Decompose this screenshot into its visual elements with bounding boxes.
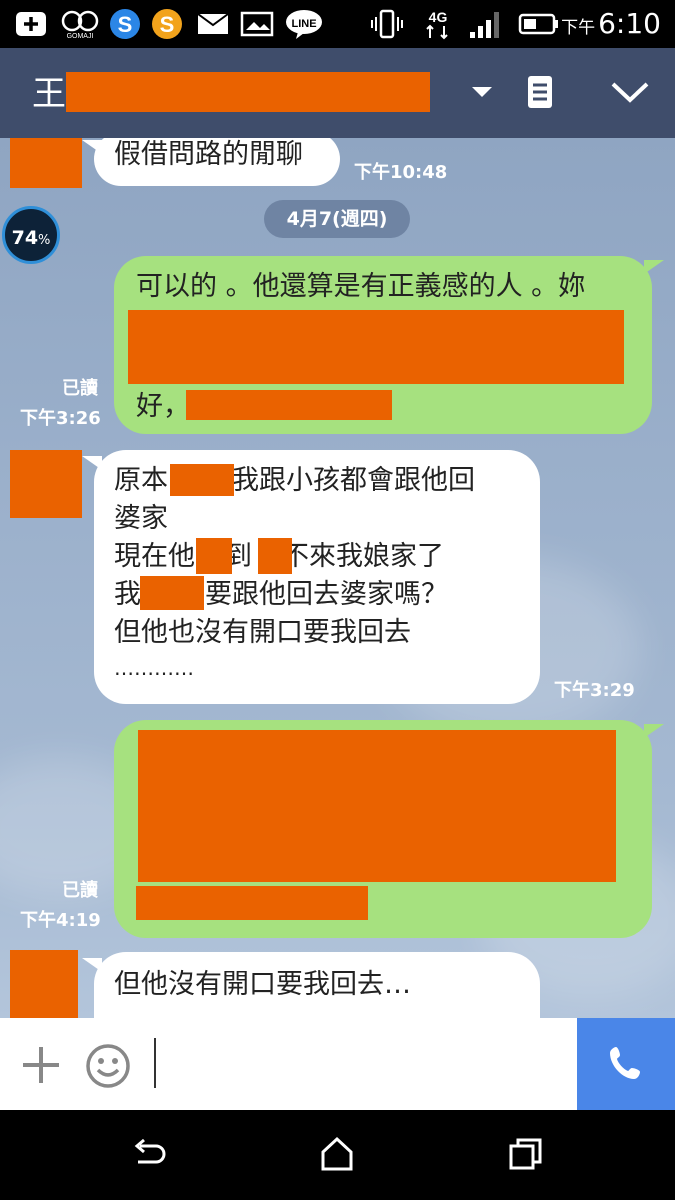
- dropdown-arrow-icon[interactable]: [470, 84, 494, 104]
- message-time: 下午3:26: [20, 408, 101, 429]
- svg-text:S: S: [118, 12, 133, 37]
- s-app-blue-icon: S: [108, 8, 142, 40]
- input-bar: [0, 1018, 675, 1110]
- redaction-block: [136, 886, 368, 920]
- message-input[interactable]: [150, 1038, 570, 1090]
- message-time: 下午4:19: [20, 910, 101, 931]
- message-text: 我: [114, 579, 141, 610]
- message-text: 原本: [114, 465, 168, 496]
- redaction-block: [258, 538, 292, 574]
- s-app-orange-icon: S: [150, 8, 184, 40]
- emoji-icon[interactable]: [84, 1042, 132, 1094]
- message-time: 下午10:48: [354, 162, 448, 183]
- signal-icon: [466, 8, 506, 40]
- redaction-block: [186, 390, 392, 420]
- notes-icon[interactable]: [526, 74, 554, 114]
- chat-title[interactable]: 王: [32, 74, 66, 114]
- redaction-block: [196, 538, 232, 574]
- message-bubble[interactable]: 但他沒有開口要我回去…: [94, 952, 540, 1018]
- message-bubble[interactable]: 原本 我跟小孩都會跟他回 婆家 現在他到不來我娘家了 我要跟他回去婆家嗎？ 但他也…: [94, 450, 540, 704]
- message-bubble[interactable]: [114, 720, 652, 938]
- chevron-down-icon[interactable]: [610, 78, 650, 110]
- svg-text:S: S: [160, 12, 175, 37]
- read-receipt: 已讀: [62, 880, 98, 901]
- message-text: 不來我娘家了: [282, 541, 444, 572]
- avatar[interactable]: [10, 950, 78, 1018]
- message-text: 假借問路的閒聊: [114, 139, 303, 170]
- chat-area[interactable]: 假借問路的閒聊 下午10:48 4月7(週四) 74% 可以的 。他還算是有正義…: [0, 138, 675, 1018]
- vibrate-icon: [370, 8, 404, 40]
- call-button[interactable]: [577, 1018, 675, 1110]
- redaction-block: [138, 730, 616, 882]
- 4g-icon: 4G: [420, 8, 456, 40]
- avatar[interactable]: [10, 138, 82, 188]
- redaction-block: [66, 72, 430, 112]
- image-icon: [240, 8, 274, 40]
- message-text: 要跟他回去婆家嗎？: [205, 579, 448, 610]
- add-icon: [14, 8, 48, 40]
- redaction-block: [140, 576, 204, 610]
- message-text: 婆家: [114, 503, 168, 534]
- add-icon[interactable]: [20, 1044, 62, 1090]
- message-text: 但他也沒有開口要我回去: [114, 617, 411, 648]
- navigation-bar: [0, 1110, 675, 1200]
- message-text: 可以的 。他還算是有正義感的人 。妳: [136, 271, 586, 302]
- message-bubble[interactable]: 假借問路的閒聊: [94, 138, 340, 186]
- svg-text:LINE: LINE: [291, 18, 316, 30]
- svg-text:GOMAJI: GOMAJI: [67, 33, 94, 40]
- message-text: …………: [114, 656, 194, 680]
- avatar[interactable]: [10, 450, 82, 518]
- network-label: 4G: [429, 9, 448, 25]
- back-icon[interactable]: [132, 1138, 168, 1174]
- redaction-block: [128, 310, 624, 384]
- read-receipt: 已讀: [62, 378, 98, 399]
- gomaji-icon: GOMAJI: [58, 8, 102, 40]
- recent-apps-icon[interactable]: [508, 1136, 544, 1176]
- message-bubble[interactable]: 可以的 。他還算是有正義感的人 。妳 好，: [114, 256, 652, 434]
- percent-badge[interactable]: 74%: [2, 206, 60, 264]
- redaction-block: [170, 464, 234, 496]
- message-text: 現在他: [114, 541, 195, 572]
- message-text: 我跟小孩都會跟他回: [232, 465, 475, 496]
- battery-icon: [516, 8, 562, 40]
- mail-icon: [196, 8, 230, 40]
- date-separator: 4月7(週四): [264, 200, 410, 238]
- message-text: 但他沒有開口要我回去…: [114, 969, 411, 1000]
- message-time: 下午3:29: [554, 680, 635, 701]
- chat-header: 王: [0, 48, 675, 138]
- status-bar: GOMAJI S S LINE 4G 下午 6:10: [0, 0, 675, 48]
- status-time: 下午 6:10: [561, 7, 661, 40]
- phone-icon: [610, 1047, 640, 1079]
- line-icon: LINE: [284, 8, 324, 40]
- message-text: 好，: [136, 391, 190, 422]
- home-icon[interactable]: [320, 1136, 354, 1176]
